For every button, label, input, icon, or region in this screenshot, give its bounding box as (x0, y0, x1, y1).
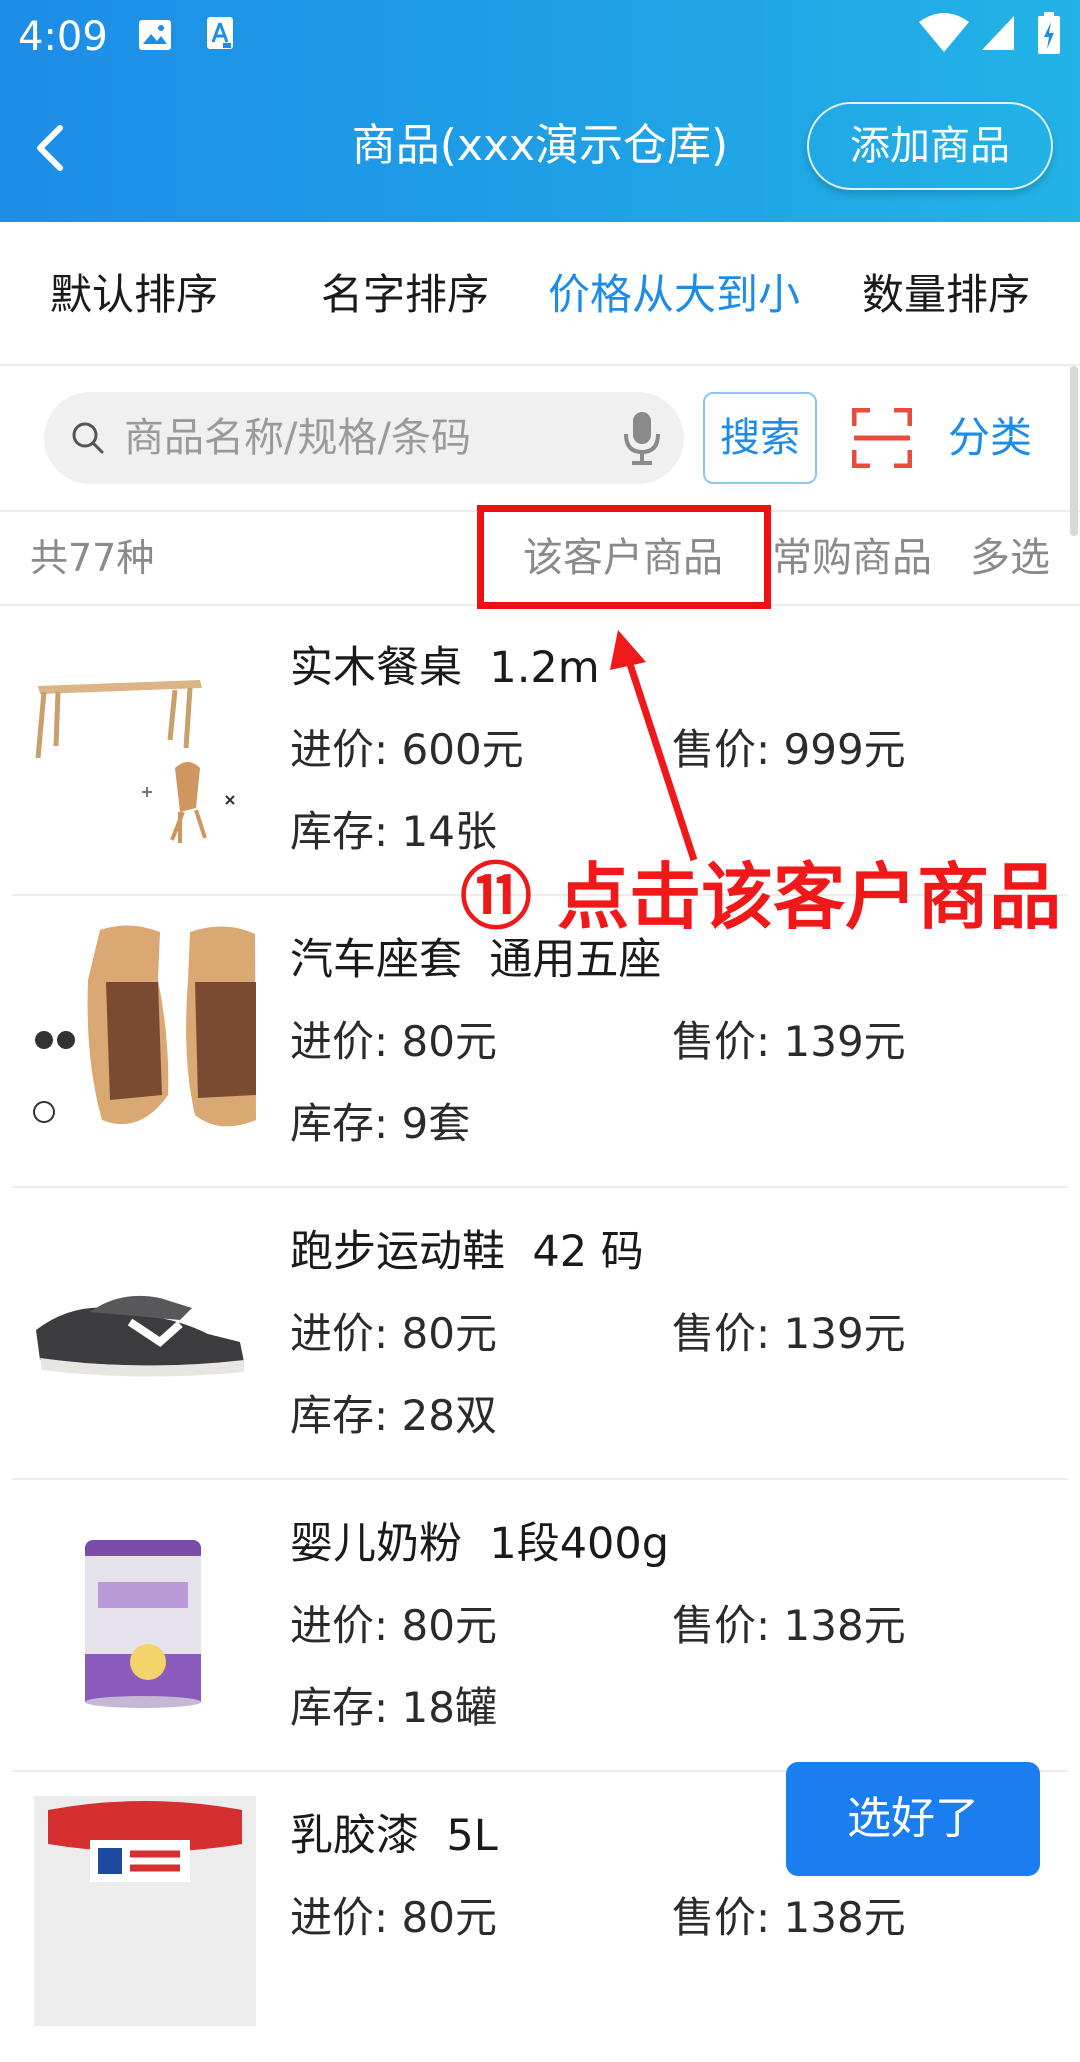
app-notification-icon (207, 17, 233, 49)
product-cost: 进价: 80元 (290, 1309, 497, 1358)
product-count: 共77种 (30, 536, 155, 580)
battery-icon (1038, 12, 1060, 54)
list-item[interactable]: 婴儿奶粉 1段400g 进价: 80元 售价: 138元 库存: 18罐 (12, 1480, 1068, 1772)
product-cost: 进价: 80元 (290, 1893, 497, 1942)
search-row: 商品名称/规格/条码 搜索 分类 (0, 366, 1080, 512)
sort-default-tab[interactable]: 默认排序 (50, 267, 218, 323)
multi-select-link[interactable]: 多选 (970, 530, 1050, 586)
frequent-products-link[interactable]: 常购商品 (772, 530, 932, 586)
scrollbar[interactable] (1070, 366, 1078, 536)
search-input[interactable]: 商品名称/规格/条码 (44, 392, 684, 484)
microphone-icon[interactable] (620, 410, 664, 466)
product-price: 售价: 138元 (672, 1893, 906, 1942)
product-name: 跑步运动鞋 42 码 (290, 1227, 644, 1277)
search-button[interactable]: 搜索 (703, 392, 817, 484)
product-name: 婴儿奶粉 1段400g (290, 1519, 670, 1569)
sort-price-desc-tab[interactable]: 价格从大到小 (548, 267, 800, 323)
latex-paint-image (30, 1796, 260, 2026)
product-cost: 进价: 600元 (290, 725, 524, 774)
done-button[interactable]: 选好了 (786, 1762, 1040, 1876)
annotation-label: ⑪ 点击该客户商品 (460, 855, 1062, 939)
car-seat-cover-image (30, 920, 260, 1150)
dining-table-image (30, 628, 260, 858)
annotation-arrow (610, 630, 698, 862)
product-price: 售价: 138元 (672, 1601, 906, 1650)
category-link[interactable]: 分类 (948, 410, 1032, 466)
running-shoe-image (30, 1212, 260, 1442)
search-icon (72, 422, 104, 454)
scan-icon[interactable] (852, 408, 912, 468)
product-price: 售价: 139元 (672, 1017, 906, 1066)
product-stock: 库存: 18罐 (290, 1683, 497, 1732)
highlight-box (477, 505, 771, 609)
sort-bar: 默认排序 名字排序 价格从大到小 数量排序 (0, 222, 1080, 366)
baby-formula-image (30, 1504, 260, 1734)
product-name: 实木餐桌 1.2m (290, 643, 600, 693)
product-stock: 库存: 9套 (290, 1099, 471, 1148)
product-stock: 库存: 28双 (290, 1391, 497, 1440)
product-cost: 进价: 80元 (290, 1017, 497, 1066)
product-price: 售价: 139元 (672, 1309, 906, 1358)
wifi-icon (919, 13, 969, 52)
list-item[interactable]: 跑步运动鞋 42 码 进价: 80元 售价: 139元 库存: 28双 (12, 1188, 1068, 1480)
product-cost: 进价: 80元 (290, 1601, 497, 1650)
product-name: 乳胶漆 5L (290, 1811, 498, 1861)
cellular-signal-icon (982, 16, 1014, 50)
sort-quantity-tab[interactable]: 数量排序 (862, 267, 1030, 323)
app-header: 4:09 商品(xxx演示仓库) 添加商品 (0, 0, 1080, 222)
status-time: 4:09 (18, 14, 108, 60)
gallery-notification-icon (139, 20, 171, 50)
add-product-button[interactable]: 添加商品 (807, 102, 1053, 190)
search-placeholder: 商品名称/规格/条码 (124, 415, 471, 461)
sort-name-tab[interactable]: 名字排序 (321, 267, 489, 323)
